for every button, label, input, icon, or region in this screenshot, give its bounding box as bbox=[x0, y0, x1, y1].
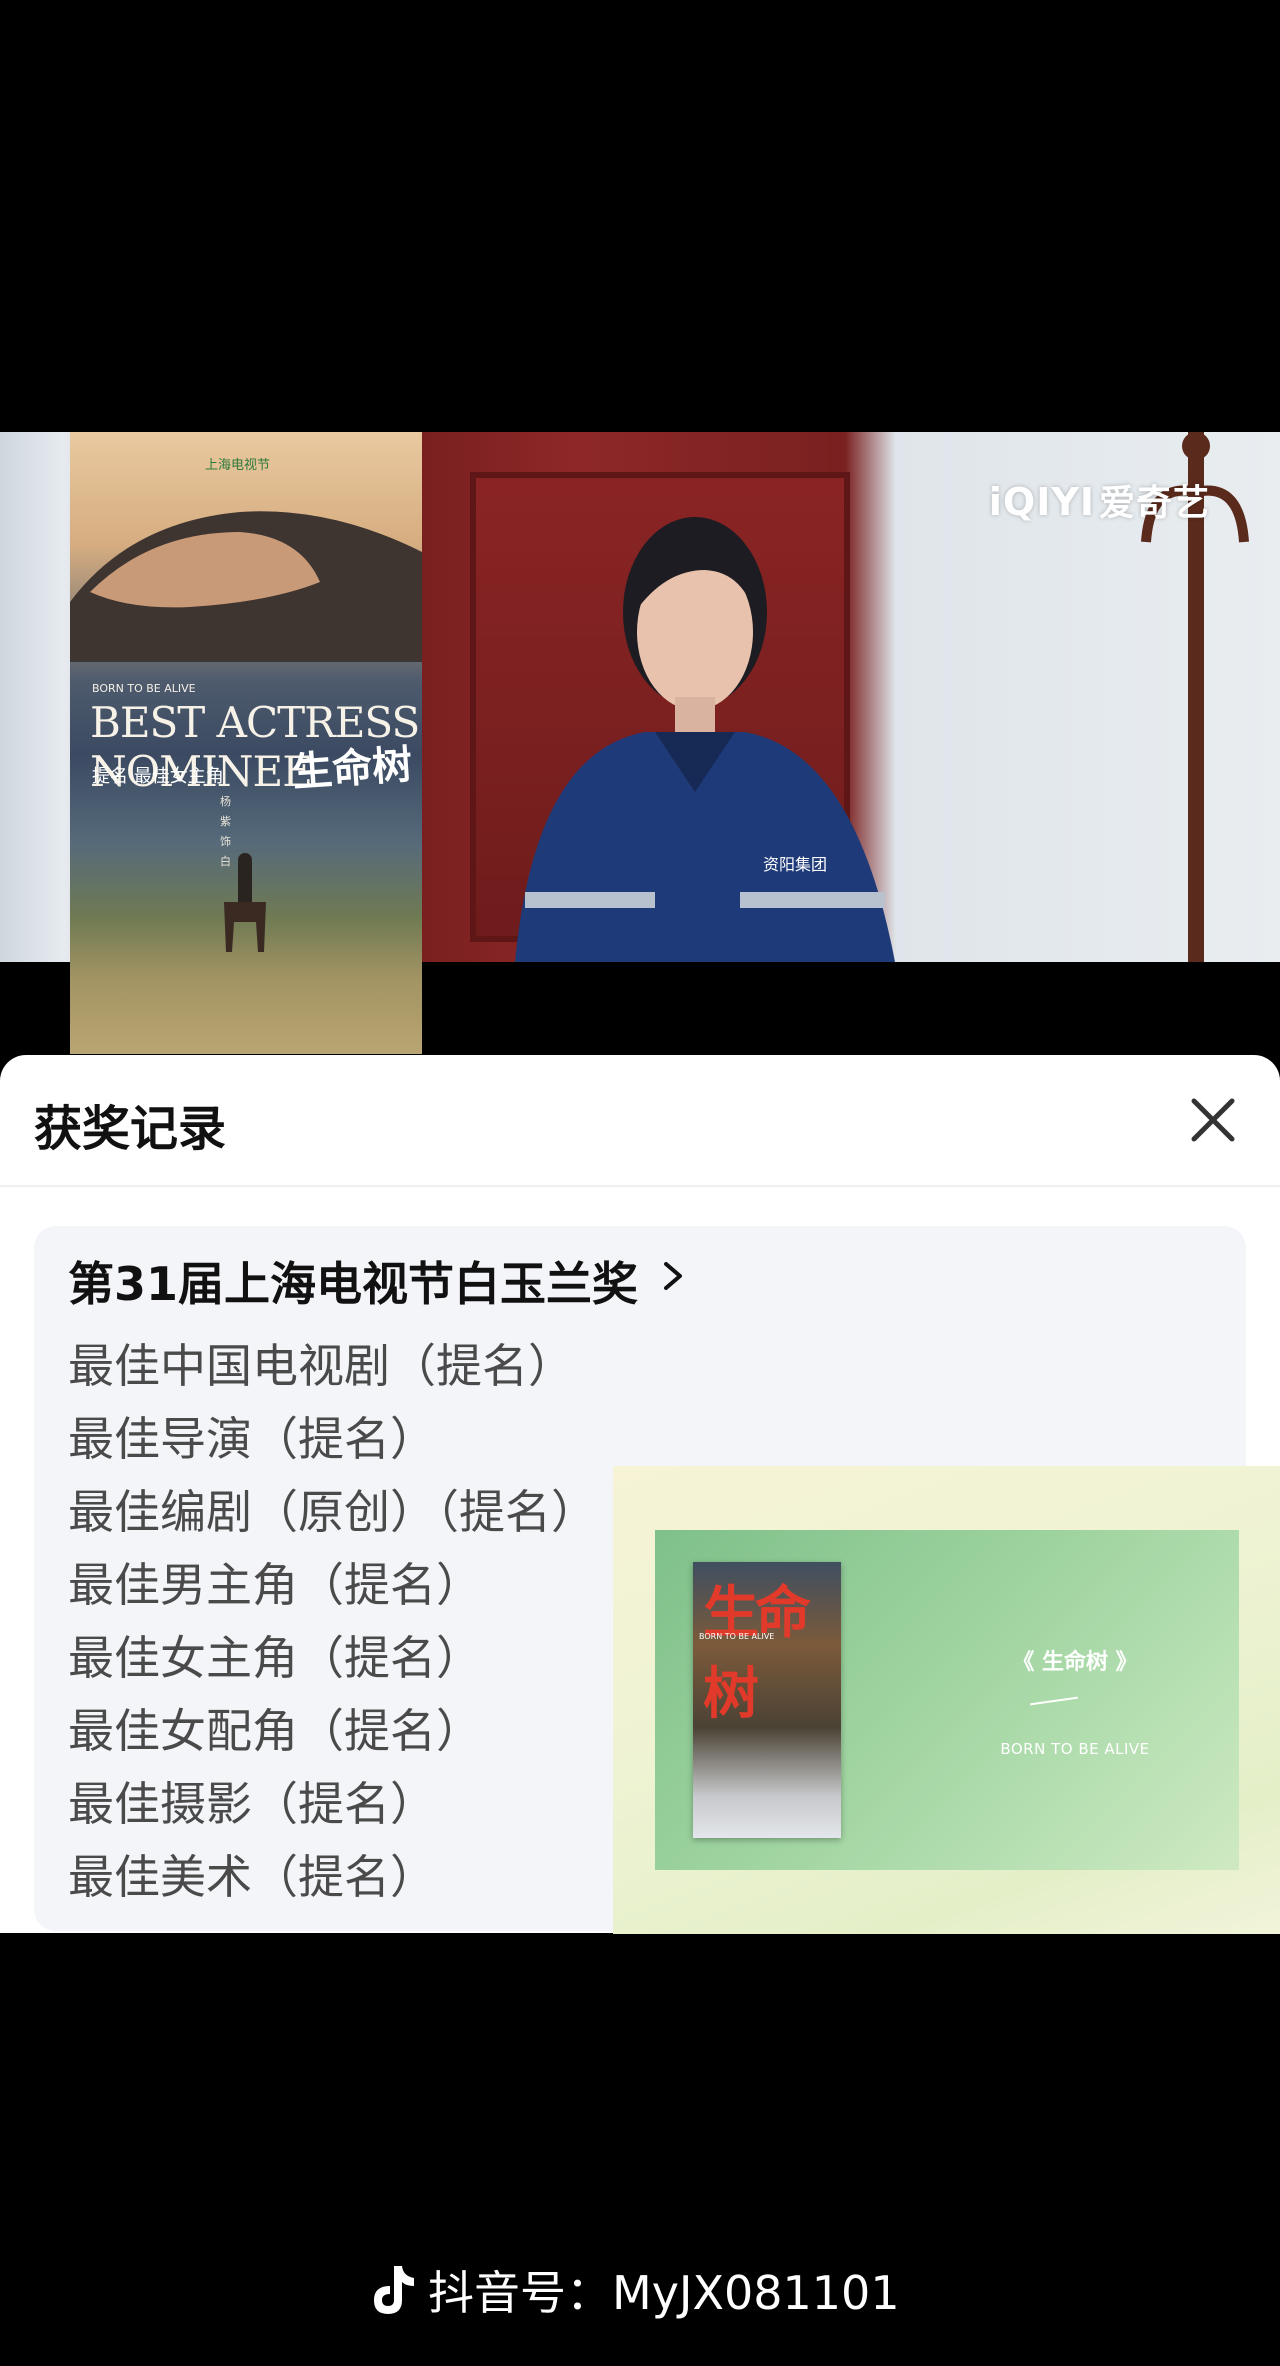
festival-logo: 上海电视节 bbox=[205, 458, 271, 473]
award-category-item: 最佳美术（提名） bbox=[68, 1850, 436, 1904]
sheet-title: 获奖记录 bbox=[34, 1101, 227, 1157]
thumbnail-poster-en: BORN TO BE ALIVE bbox=[699, 1632, 775, 1641]
thumbnail-card: 生命树 BORN TO BE ALIVE 《 生命树 》 BORN TO BE … bbox=[655, 1530, 1239, 1870]
award-category-item: 最佳摄影（提名） bbox=[68, 1777, 436, 1831]
award-category-item: 最佳女主角（提名） bbox=[68, 1631, 482, 1685]
award-category-item: 最佳导演（提名） bbox=[68, 1412, 436, 1466]
poster-face-image bbox=[70, 511, 422, 662]
award-category-list: 最佳中国电视剧（提名） 最佳导演（提名） 最佳编剧（原创）（提名） 最佳男主角（… bbox=[68, 1330, 597, 1914]
poster-title-cn: 提名 最佳女主角 bbox=[92, 766, 224, 787]
jacket-logo: 资阳集团 bbox=[763, 855, 827, 874]
award-name-link[interactable]: 第31届上海电视节白玉兰奖 bbox=[68, 1248, 638, 1314]
thumbnail-title: 《 生命树 》 bbox=[1012, 1650, 1138, 1675]
actress-figure: 资阳集团 bbox=[515, 517, 895, 962]
movie-poster[interactable]: 上海电视节 BORN TO BE ALIVE BEST ACTRESS NOMI… bbox=[70, 432, 422, 1054]
close-icon[interactable] bbox=[1182, 1089, 1244, 1151]
show-thumbnail[interactable]: 生命树 BORN TO BE ALIVE 《 生命树 》 BORN TO BE … bbox=[613, 1466, 1280, 1934]
chevron-right-icon[interactable] bbox=[658, 1256, 688, 1296]
thumbnail-divider bbox=[1030, 1696, 1078, 1706]
poster-subtitle: BORN TO BE ALIVE bbox=[92, 682, 196, 695]
thumbnail-poster: 生命树 BORN TO BE ALIVE bbox=[693, 1562, 841, 1838]
douyin-watermark: 抖音号：MyJX081101 bbox=[370, 2260, 900, 2320]
sheet-divider bbox=[0, 1185, 1280, 1187]
award-category-item: 最佳女配角（提名） bbox=[68, 1704, 482, 1758]
iqiyi-watermark: iQIYI 爱奇艺 bbox=[988, 480, 1210, 524]
douyin-logo-icon bbox=[374, 2266, 414, 2314]
thumbnail-poster-title: 生命树 bbox=[703, 1580, 811, 1727]
award-category-item: 最佳男主角（提名） bbox=[68, 1558, 482, 1612]
douyin-id-label: 抖音号：MyJX081101 bbox=[428, 2266, 900, 2320]
thumbnail-subtitle: BORN TO BE ALIVE bbox=[1000, 1740, 1150, 1758]
award-category-item: 最佳中国电视剧（提名） bbox=[68, 1339, 574, 1393]
poster-logo-cn: 生命树 bbox=[290, 740, 414, 797]
rider-figure bbox=[224, 853, 266, 952]
award-category-item: 最佳编剧（原创）（提名） bbox=[68, 1485, 597, 1539]
